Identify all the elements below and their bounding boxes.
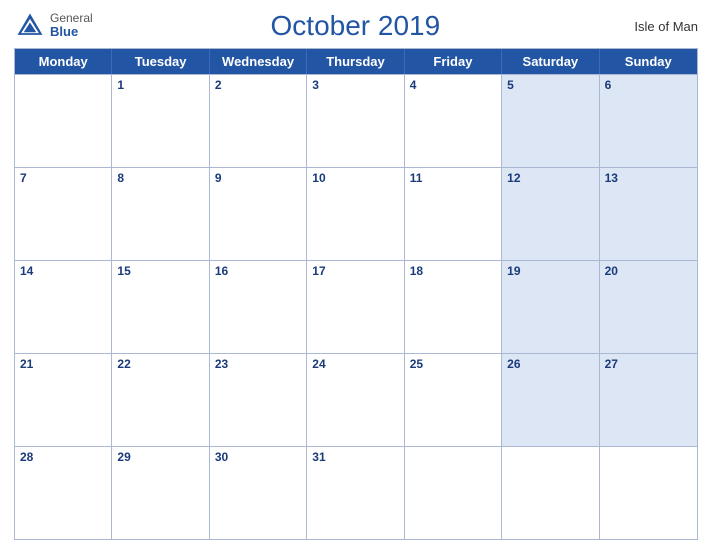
day-number: 14 (20, 264, 106, 280)
day-cell-w1-d5: 4 (405, 75, 502, 167)
day-cell-w2-d6: 12 (502, 168, 599, 260)
day-cell-w4-d1: 21 (15, 354, 112, 446)
day-cell-w1-d3: 2 (210, 75, 307, 167)
col-friday: Friday (405, 49, 502, 74)
day-cell-w4-d6: 26 (502, 354, 599, 446)
day-cell-w5-d5 (405, 447, 502, 539)
day-number: 31 (312, 450, 398, 466)
day-cell-w5-d6 (502, 447, 599, 539)
day-number: 24 (312, 357, 398, 373)
week-row-3: 14 15 16 17 18 19 20 (15, 260, 697, 353)
day-cell-w5-d2: 29 (112, 447, 209, 539)
col-tuesday: Tuesday (112, 49, 209, 74)
day-cell-w2-d7: 13 (600, 168, 697, 260)
day-cell-w2-d5: 11 (405, 168, 502, 260)
day-number: 26 (507, 357, 593, 373)
day-number: 22 (117, 357, 203, 373)
generalblue-logo-icon (14, 10, 46, 42)
week-row-2: 789 10 11 12 13 (15, 167, 697, 260)
day-number: 30 (215, 450, 301, 466)
day-number: 29 (117, 450, 203, 466)
day-number: 5 (507, 78, 593, 94)
day-number: 11 (410, 171, 496, 187)
region-label: Isle of Man (618, 19, 698, 34)
day-cell-w1-d7: 6 (600, 75, 697, 167)
week-row-4: 21 22 23 24 25 26 27 (15, 353, 697, 446)
day-number: 25 (410, 357, 496, 373)
week-row-1: 123456 (15, 74, 697, 167)
calendar-header-row: Monday Tuesday Wednesday Thursday Friday… (15, 49, 697, 74)
day-number: 4 (410, 78, 496, 94)
day-number: 12 (507, 171, 593, 187)
day-cell-w3-d6: 19 (502, 261, 599, 353)
calendar-grid: Monday Tuesday Wednesday Thursday Friday… (14, 48, 698, 540)
day-cell-w1-d2: 1 (112, 75, 209, 167)
day-number: 16 (215, 264, 301, 280)
day-cell-w3-d4: 17 (307, 261, 404, 353)
day-cell-w3-d7: 20 (600, 261, 697, 353)
calendar-page: General Blue October 2019 Isle of Man Mo… (0, 0, 712, 550)
logo-area: General Blue (14, 10, 93, 42)
day-number: 6 (605, 78, 692, 94)
day-number: 27 (605, 357, 692, 373)
day-number: 2 (215, 78, 301, 94)
day-cell-w3-d1: 14 (15, 261, 112, 353)
day-number: 28 (20, 450, 106, 466)
col-thursday: Thursday (307, 49, 404, 74)
day-cell-w2-d4: 10 (307, 168, 404, 260)
day-number: 1 (117, 78, 203, 94)
col-wednesday: Wednesday (210, 49, 307, 74)
day-number: 18 (410, 264, 496, 280)
day-cell-w1-d6: 5 (502, 75, 599, 167)
day-cell-w2-d2: 8 (112, 168, 209, 260)
calendar-header: General Blue October 2019 Isle of Man (14, 10, 698, 42)
day-cell-w1-d1 (15, 75, 112, 167)
day-cell-w4-d3: 23 (210, 354, 307, 446)
col-monday: Monday (15, 49, 112, 74)
day-number: 23 (215, 357, 301, 373)
day-cell-w4-d5: 25 (405, 354, 502, 446)
day-cell-w5-d7 (600, 447, 697, 539)
day-cell-w5-d1: 28 (15, 447, 112, 539)
calendar-body: 1234567891011121314151617181920212223242… (15, 74, 697, 539)
day-number: 13 (605, 171, 692, 187)
day-cell-w4-d2: 22 (112, 354, 209, 446)
day-cell-w2-d1: 7 (15, 168, 112, 260)
day-number: 17 (312, 264, 398, 280)
day-number: 9 (215, 171, 301, 187)
day-cell-w3-d5: 18 (405, 261, 502, 353)
day-cell-w3-d2: 15 (112, 261, 209, 353)
day-number: 3 (312, 78, 398, 94)
col-sunday: Sunday (600, 49, 697, 74)
logo-blue-text: Blue (50, 25, 93, 39)
day-cell-w1-d4: 3 (307, 75, 404, 167)
col-saturday: Saturday (502, 49, 599, 74)
day-number: 8 (117, 171, 203, 187)
month-title: October 2019 (93, 10, 618, 42)
day-cell-w5-d3: 30 (210, 447, 307, 539)
day-cell-w4-d4: 24 (307, 354, 404, 446)
day-number: 19 (507, 264, 593, 280)
day-number: 15 (117, 264, 203, 280)
day-cell-w2-d3: 9 (210, 168, 307, 260)
day-number: 7 (20, 171, 106, 187)
day-cell-w3-d3: 16 (210, 261, 307, 353)
day-number: 20 (605, 264, 692, 280)
week-row-5: 28 29 30 31 (15, 446, 697, 539)
day-number: 21 (20, 357, 106, 373)
day-cell-w4-d7: 27 (600, 354, 697, 446)
day-number: 10 (312, 171, 398, 187)
day-cell-w5-d4: 31 (307, 447, 404, 539)
logo-text: General Blue (50, 12, 93, 39)
